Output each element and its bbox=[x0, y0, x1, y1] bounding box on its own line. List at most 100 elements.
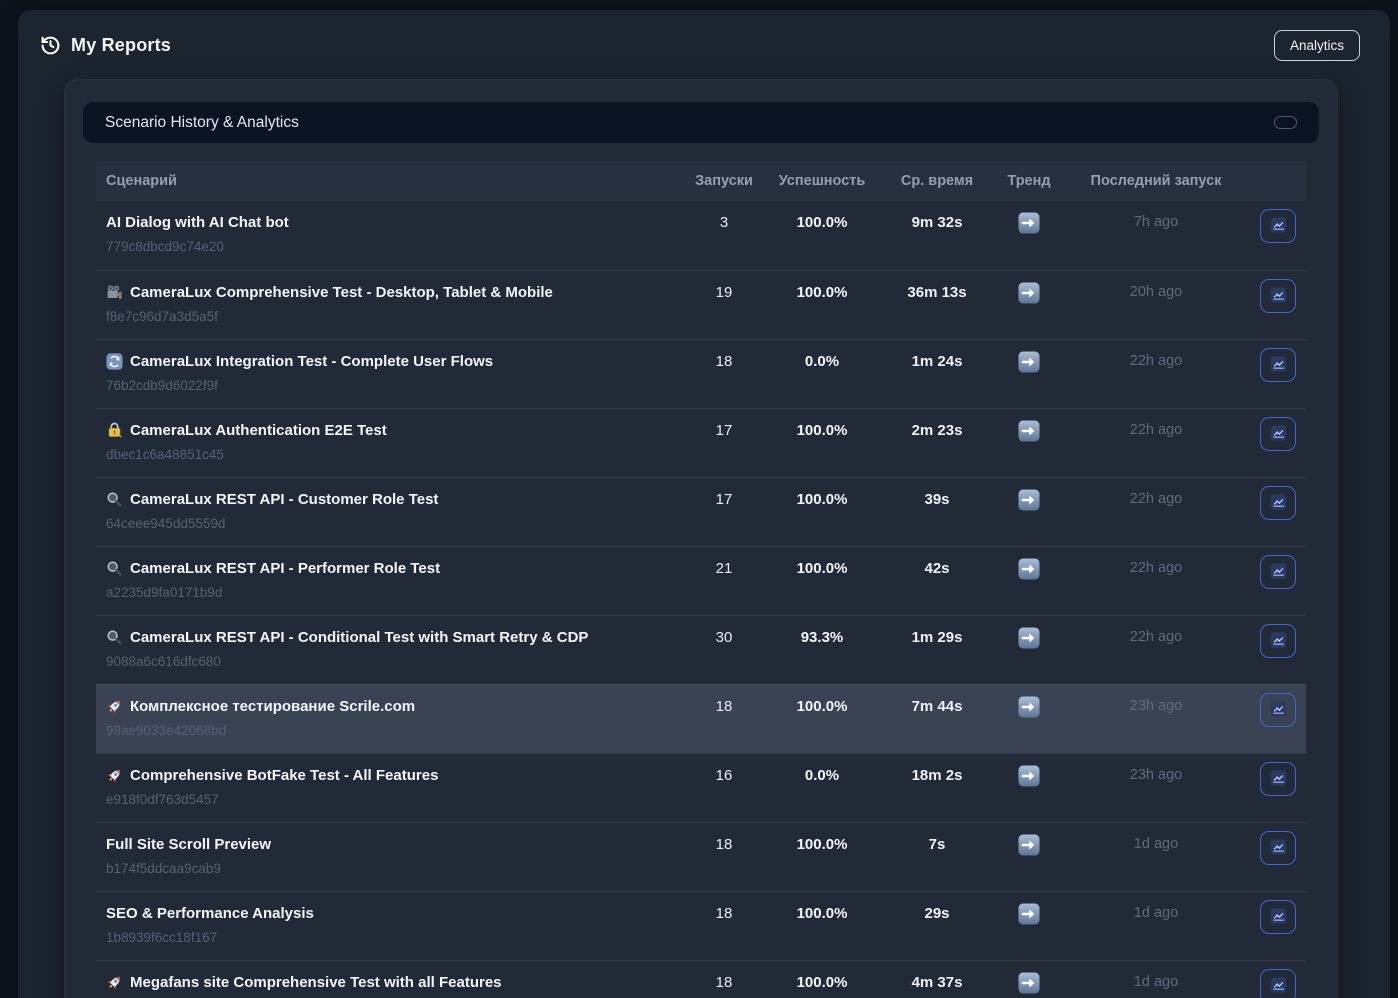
scenario-id: 779c8dbcd9c74e20 bbox=[106, 239, 682, 255]
column-header-last-run: Последний запуск bbox=[1062, 173, 1250, 189]
open-analytics-button[interactable] bbox=[1260, 486, 1296, 520]
trend-cell bbox=[996, 834, 1062, 860]
right-arrow-icon bbox=[1018, 567, 1040, 584]
success-rate-cell: 100.0% bbox=[766, 696, 878, 717]
open-analytics-button[interactable] bbox=[1260, 555, 1296, 589]
trend-cell bbox=[996, 903, 1062, 929]
rocket-icon bbox=[106, 767, 123, 784]
actions-cell bbox=[1250, 282, 1306, 313]
scenario-id: dbec1c6a48851c45 bbox=[106, 447, 682, 463]
avg-time-cell: 39s bbox=[878, 489, 996, 510]
table-row[interactable]: CameraLux REST API - Customer Role Test … bbox=[96, 477, 1306, 546]
table-body: AI Dialog with AI Chat bot 779c8dbcd9c74… bbox=[96, 201, 1306, 998]
trend-cell bbox=[996, 282, 1062, 308]
open-analytics-button[interactable] bbox=[1260, 969, 1296, 998]
page-title-wrap: My Reports bbox=[40, 35, 171, 56]
right-arrow-icon bbox=[1018, 636, 1040, 653]
avg-time-cell: 7m 44s bbox=[878, 696, 996, 717]
table-row[interactable]: Comprehensive BotFake Test - All Feature… bbox=[96, 753, 1306, 822]
open-analytics-button[interactable] bbox=[1260, 762, 1296, 796]
right-arrow-icon bbox=[1018, 912, 1040, 929]
column-header-trend: Тренд bbox=[996, 173, 1062, 189]
last-run-cell: 20h ago bbox=[1062, 282, 1250, 303]
right-arrow-icon bbox=[1018, 981, 1040, 998]
table-row[interactable]: SEO & Performance Analysis 1b8939f6cc18f… bbox=[96, 891, 1306, 960]
success-rate-cell: 100.0% bbox=[766, 420, 878, 441]
trend-cell bbox=[996, 351, 1062, 377]
movie-camera-icon bbox=[106, 284, 123, 301]
table-row[interactable]: CameraLux Comprehensive Test - Desktop, … bbox=[96, 270, 1306, 339]
scenario-id: 64ceee945dd5559d bbox=[106, 516, 682, 532]
scenario-cell: CameraLux REST API - Performer Role Test… bbox=[96, 558, 682, 601]
scenario-cell: Comprehensive BotFake Test - All Feature… bbox=[96, 765, 682, 808]
last-run-cell: 22h ago bbox=[1062, 489, 1250, 510]
open-analytics-button[interactable] bbox=[1260, 831, 1296, 865]
avg-time-cell: 1m 24s bbox=[878, 351, 996, 372]
card-header: Scenario History & Analytics bbox=[83, 102, 1319, 143]
trend-cell bbox=[996, 627, 1062, 653]
table-row[interactable]: Комплексное тестирование Scrile.com 98ae… bbox=[96, 684, 1306, 753]
runs-cell: 18 bbox=[682, 972, 766, 993]
runs-cell: 19 bbox=[682, 282, 766, 303]
right-arrow-icon bbox=[1018, 360, 1040, 377]
open-analytics-button[interactable] bbox=[1260, 900, 1296, 934]
page-title: My Reports bbox=[71, 35, 171, 56]
open-analytics-button[interactable] bbox=[1260, 693, 1296, 727]
last-run-cell: 22h ago bbox=[1062, 351, 1250, 372]
last-run-cell: 1d ago bbox=[1062, 972, 1250, 993]
collapse-toggle[interactable] bbox=[1274, 116, 1297, 129]
avg-time-cell: 2m 23s bbox=[878, 420, 996, 441]
actions-cell bbox=[1250, 489, 1306, 520]
chart-increasing-icon bbox=[1269, 493, 1288, 514]
actions-cell bbox=[1250, 834, 1306, 865]
table-row[interactable]: CameraLux REST API - Conditional Test wi… bbox=[96, 615, 1306, 684]
arrows-cycle-icon bbox=[106, 353, 123, 370]
runs-cell: 18 bbox=[682, 351, 766, 372]
success-rate-cell: 0.0% bbox=[766, 765, 878, 786]
runs-cell: 17 bbox=[682, 489, 766, 510]
trend-cell bbox=[996, 972, 1062, 998]
actions-cell bbox=[1250, 627, 1306, 658]
table-row[interactable]: AI Dialog with AI Chat bot 779c8dbcd9c74… bbox=[96, 201, 1306, 270]
right-arrow-icon bbox=[1018, 498, 1040, 515]
runs-cell: 18 bbox=[682, 696, 766, 717]
scenario-cell: Комплексное тестирование Scrile.com 98ae… bbox=[96, 696, 682, 739]
table-row[interactable]: CameraLux Authentication E2E Test dbec1c… bbox=[96, 408, 1306, 477]
column-header-scenario: Сценарий bbox=[96, 173, 682, 189]
last-run-cell: 22h ago bbox=[1062, 558, 1250, 579]
table-row[interactable]: Megafans site Comprehensive Test with al… bbox=[96, 960, 1306, 998]
success-rate-cell: 0.0% bbox=[766, 351, 878, 372]
success-rate-cell: 100.0% bbox=[766, 834, 878, 855]
scenario-name: Comprehensive BotFake Test - All Feature… bbox=[130, 765, 438, 786]
my-reports-page: My Reports Analytics Scenario History & … bbox=[18, 10, 1390, 998]
open-analytics-button[interactable] bbox=[1260, 348, 1296, 382]
runs-cell: 21 bbox=[682, 558, 766, 579]
scenario-name: CameraLux REST API - Performer Role Test bbox=[130, 558, 440, 579]
avg-time-cell: 36m 13s bbox=[878, 282, 996, 303]
avg-time-cell: 1m 29s bbox=[878, 627, 996, 648]
scenario-cell: Full Site Scroll Preview b174f5ddcaa9cab… bbox=[96, 834, 682, 877]
avg-time-cell: 4m 37s bbox=[878, 972, 996, 993]
scenario-table: Сценарий Запуски Успешность Ср. время Тр… bbox=[96, 161, 1306, 998]
scenario-id: 1b8939f6cc18f167 bbox=[106, 930, 682, 946]
open-analytics-button[interactable] bbox=[1260, 279, 1296, 313]
runs-cell: 18 bbox=[682, 903, 766, 924]
runs-cell: 17 bbox=[682, 420, 766, 441]
table-row[interactable]: CameraLux REST API - Performer Role Test… bbox=[96, 546, 1306, 615]
actions-cell bbox=[1250, 558, 1306, 589]
open-analytics-button[interactable] bbox=[1260, 624, 1296, 658]
scenario-name: Комплексное тестирование Scrile.com bbox=[130, 696, 415, 717]
table-row[interactable]: Full Site Scroll Preview b174f5ddcaa9cab… bbox=[96, 822, 1306, 891]
open-analytics-button[interactable] bbox=[1260, 209, 1296, 243]
scenario-cell: CameraLux REST API - Conditional Test wi… bbox=[96, 627, 682, 670]
table-row[interactable]: CameraLux Integration Test - Complete Us… bbox=[96, 339, 1306, 408]
actions-cell bbox=[1250, 696, 1306, 727]
scenario-cell: AI Dialog with AI Chat bot 779c8dbcd9c74… bbox=[96, 212, 682, 255]
open-analytics-button[interactable] bbox=[1260, 417, 1296, 451]
chart-increasing-icon bbox=[1269, 424, 1288, 445]
analytics-button[interactable]: Analytics bbox=[1274, 30, 1360, 61]
scenario-id: 76b2cdb9d6022f9f bbox=[106, 378, 682, 394]
table-header-row: Сценарий Запуски Успешность Ср. время Тр… bbox=[96, 161, 1306, 201]
chart-increasing-icon bbox=[1269, 562, 1288, 583]
trend-cell bbox=[996, 765, 1062, 791]
